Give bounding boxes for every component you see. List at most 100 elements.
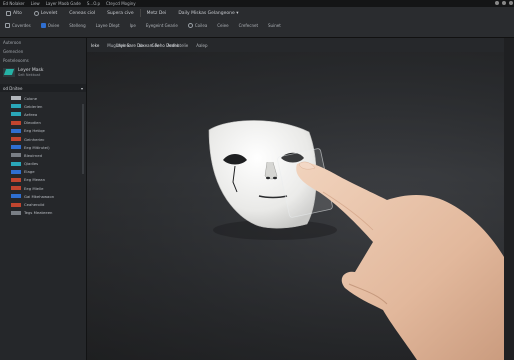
- option-label: Crefecnet: [238, 22, 259, 28]
- layer-row-label: Geinheriec: [24, 136, 45, 142]
- layer-row[interactable]: Eeg Mitirutei): [0, 143, 86, 151]
- layers-panel: Auteroon Gemeclen Ponteleooms Leyer Mask…: [0, 38, 87, 360]
- menu-item-4[interactable]: Cteycd Moginy: [106, 1, 136, 6]
- selection-tool-icon: [40, 22, 46, 28]
- toolbar-label: Daily Miskas Gelangeone ▾: [178, 10, 239, 16]
- panel-search-input[interactable]: Ponteleooms: [0, 56, 86, 65]
- layer-list-title: od Dnitee: [3, 85, 23, 91]
- layer-row[interactable]: Qiadles: [0, 160, 86, 168]
- active-layer[interactable]: Leyer Mask Seit Nekkoat: [0, 65, 86, 80]
- layer-color-swatch: [11, 169, 21, 174]
- layer-row[interactable]: Dleodien: [0, 119, 86, 127]
- tab-5[interactable]: Aalep: [196, 43, 207, 48]
- layer-row-label: Qiadles: [24, 161, 39, 167]
- toolbar-row-primary: Alto Levelet Ceneas ciol Supera cive Met…: [0, 7, 514, 19]
- option-label: Layee Dlept: [95, 22, 120, 28]
- option-ceiee[interactable]: Ceiee: [212, 23, 233, 28]
- maximize-button[interactable]: [502, 1, 506, 5]
- layer-color-swatch: [11, 202, 21, 207]
- layer-row-label: Ceaheroiid: [24, 202, 45, 208]
- option-label: Coilea: [194, 22, 208, 28]
- minimize-button[interactable]: [495, 1, 499, 5]
- option-label: Oviee: [47, 22, 60, 28]
- toolbar-label: Metz Dei: [146, 10, 167, 16]
- layer-color-swatch: [11, 194, 21, 199]
- layer-color-swatch: [11, 120, 21, 125]
- option-crefecnet[interactable]: Crefecnet: [234, 23, 263, 28]
- menu-item-3[interactable]: S...O.p: [87, 1, 100, 6]
- layer-color-swatch: [11, 153, 21, 158]
- circle-icon: [33, 10, 39, 16]
- option-oviee[interactable]: Oviee: [36, 22, 65, 28]
- layer-row[interactable]: Geinheriec: [0, 135, 86, 143]
- toolbar-label: Alto: [13, 10, 22, 16]
- toolbar-label: Ceneas ciol: [69, 10, 96, 16]
- layer-row[interactable]: Eeg Mielle: [0, 184, 86, 192]
- tab-0[interactable]: Ieke: [91, 43, 99, 48]
- toolbar-label: Levelet: [40, 10, 58, 16]
- layer-row[interactable]: Eeg Meean: [0, 176, 86, 184]
- layer-row[interactable]: Eeg Hetiqe: [0, 127, 86, 135]
- layer-row-label: Colone: [24, 95, 38, 101]
- layer-color-swatch: [11, 210, 21, 215]
- canvas-artwork: [208, 120, 514, 360]
- close-button[interactable]: [509, 1, 513, 5]
- search-icon: [5, 22, 10, 28]
- toolbar-item-metz[interactable]: Metz Dei: [141, 11, 173, 16]
- option-coilea[interactable]: Coilea: [183, 22, 212, 28]
- settings-icon: [187, 22, 193, 28]
- layer-row-label: Geblerien: [24, 103, 43, 109]
- layer-row-label: Bleoirned: [24, 152, 43, 158]
- layer-row-label: Eeg Meean: [24, 177, 46, 183]
- panel-scrollbar[interactable]: [82, 104, 84, 174]
- layer-row-label: Gai Mkehawaon: [24, 193, 55, 199]
- layer-color-swatch: [11, 145, 21, 150]
- pointing-hand: [296, 162, 514, 360]
- mask-nostril-right: [273, 176, 277, 180]
- layer-row[interactable]: Gai Mkehawaon: [0, 192, 86, 200]
- layer-color-swatch: [11, 104, 21, 109]
- toolbar-item-levelet[interactable]: Levelet: [28, 10, 63, 16]
- menu-bar: Ed Nolaker Liew Layer Maob Gade S...O.p …: [0, 0, 514, 7]
- option-label: Stelleng: [69, 22, 86, 28]
- layer-row[interactable]: Tegs Meateeen: [0, 209, 86, 217]
- option-ipe[interactable]: Ipe: [125, 23, 141, 28]
- option-layee[interactable]: Layee Dlept: [91, 23, 125, 28]
- toolbar-label: Supera cive: [107, 10, 134, 16]
- window-controls: [495, 1, 513, 5]
- toolbar-item-supera[interactable]: Supera cive: [101, 11, 140, 16]
- layer-color-swatch: [11, 186, 21, 191]
- expand-icon[interactable]: ▾: [81, 86, 83, 91]
- layer-row[interactable]: Colone: [0, 94, 86, 102]
- toolbar-item-alto[interactable]: Alto: [0, 10, 28, 16]
- layer-row[interactable]: Aefeea: [0, 110, 86, 118]
- menu-item-0[interactable]: Ed Nolaker: [3, 1, 25, 6]
- layer-row-label: Tegs Meateeen: [24, 210, 53, 216]
- layer-row[interactable]: Geblerien: [0, 102, 86, 110]
- layer-row-label: Eeg Mielle: [24, 185, 44, 191]
- layer-row[interactable]: Ceaheroiid: [0, 200, 86, 208]
- layer-color-swatch: [11, 137, 21, 142]
- option-label: Suinet: [268, 22, 281, 28]
- option-eyegeint[interactable]: Eyegeint Gearie: [141, 23, 183, 28]
- layer-row-label: Elage: [24, 169, 35, 175]
- menu-item-2[interactable]: Layer Maob Gade: [46, 1, 81, 6]
- layer-thumbnail: [3, 68, 15, 77]
- layer-row[interactable]: Bleoirned: [0, 151, 86, 159]
- workspace-dropdown[interactable]: Daily Miskas Gelangeone ▾: [172, 11, 244, 16]
- option-stelleng[interactable]: Stelleng: [64, 23, 90, 28]
- option-coverdes[interactable]: Coverdes: [0, 22, 36, 28]
- option-label: Coverdes: [12, 22, 31, 28]
- toolbar-item-ceneas[interactable]: Ceneas ciol: [63, 11, 101, 16]
- layer-row-label: Eeg Mitirutei): [24, 144, 50, 150]
- layer-color-swatch: [11, 112, 21, 117]
- panel-header: Auteroon: [3, 40, 22, 45]
- layer-row[interactable]: Elage: [0, 168, 86, 176]
- layer-color-swatch: [11, 128, 21, 133]
- document-title: Laye Sare Doxeam Reho Dedho: [116, 43, 180, 48]
- option-suinet[interactable]: Suinet: [263, 23, 286, 28]
- layer-list-header: od Dnitee ▾: [0, 84, 86, 92]
- menu-item-1[interactable]: Liew: [31, 1, 40, 6]
- layer-row-label: Eeg Hetiqe: [24, 128, 45, 134]
- layer-color-swatch: [11, 177, 21, 182]
